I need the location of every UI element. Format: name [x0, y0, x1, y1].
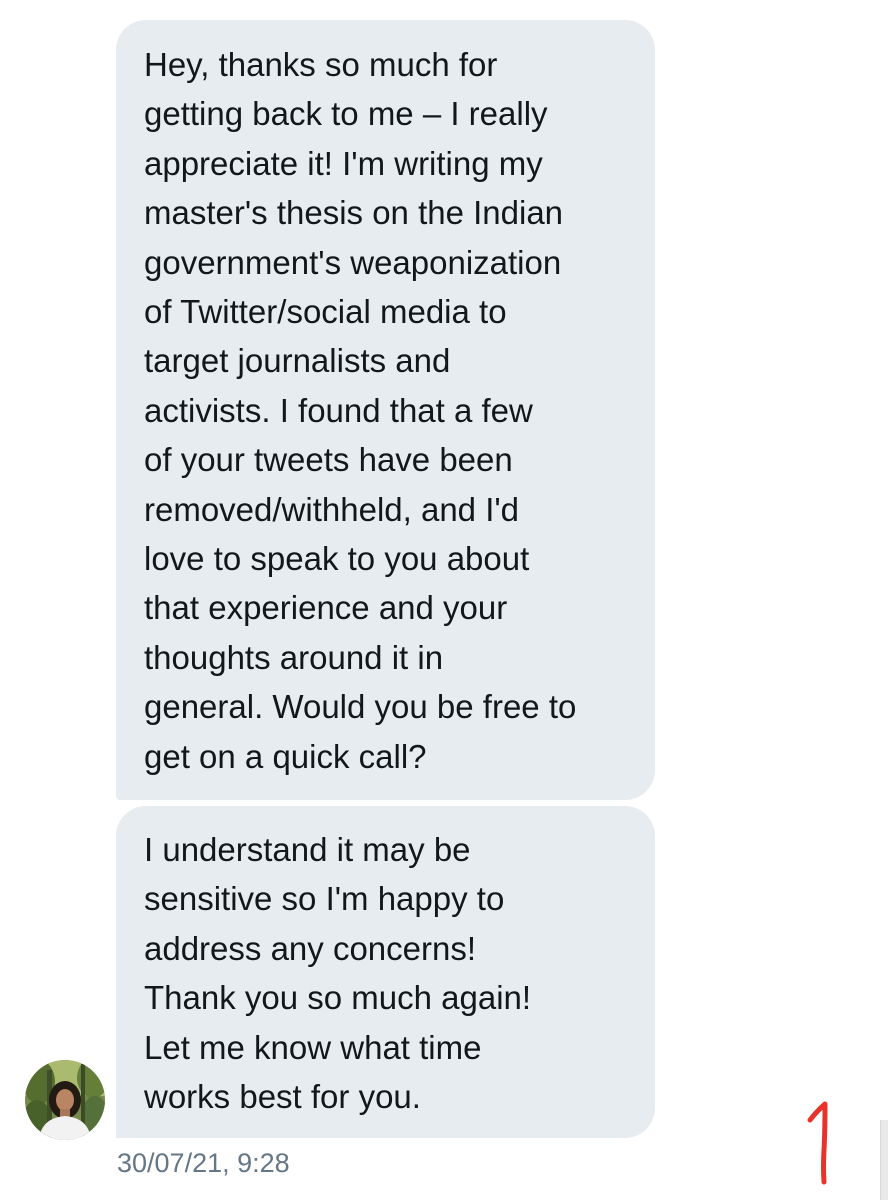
message-text-line: of your tweets have been	[144, 441, 513, 479]
message-text-line: activists. I found that a few	[144, 391, 533, 429]
message-text-line: master's thesis on the Indian	[144, 194, 564, 232]
message-text-line: thoughts around it in	[144, 638, 444, 676]
message-text-line: I understand it may be	[144, 831, 471, 868]
scrollbar-edge	[880, 1120, 888, 1200]
message-text-line: get on a quick call?	[144, 737, 427, 775]
annotation-number-one	[807, 1101, 828, 1185]
message-text-line: appreciate it! I'm writing my	[144, 144, 543, 182]
message-text-line: works best for you.	[144, 1078, 421, 1116]
sender-avatar[interactable]	[25, 1060, 105, 1140]
message-text-line: that experience and your	[144, 589, 508, 627]
message-text-line: Thank you so much again!	[144, 979, 532, 1017]
message-text-line: of Twitter/social media to	[144, 293, 507, 331]
message-text-line: removed/withheld, and I'd	[144, 490, 520, 528]
message-text-line: general. Would you be free to	[144, 688, 577, 726]
message-bubble[interactable]: I understand it may be sensitive so I'm …	[116, 806, 655, 1138]
message-text-line: address any concerns!	[144, 929, 477, 967]
message-bubble[interactable]: Hey, thanks so much for getting back to …	[116, 20, 655, 800]
message-timestamp: 30/07/21, 9:28	[117, 1148, 290, 1178]
message-text-line: Let me know what time	[144, 1028, 482, 1066]
avatar-photo	[25, 1060, 105, 1140]
message-text-line: government's weaponization	[144, 243, 562, 281]
message-text-line: love to speak to you about	[144, 540, 530, 578]
message-text-line: sensitive so I'm happy to	[144, 880, 505, 918]
message-text-line: target journalists and	[144, 342, 451, 380]
message-text-line: getting back to me – I really	[144, 95, 548, 133]
message-text-line: Hey, thanks so much for	[144, 46, 498, 83]
